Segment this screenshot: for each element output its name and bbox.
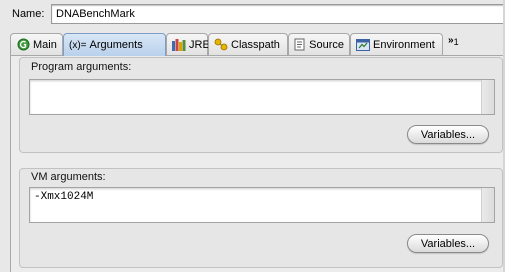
tab-arguments[interactable]: (x)= Arguments — [63, 33, 166, 56]
vm-arguments-field[interactable]: -Xmx1024M — [29, 187, 495, 223]
tab-environment-label: Environment — [373, 38, 435, 51]
tab-arguments-label: Arguments — [89, 39, 143, 51]
name-input[interactable]: DNABenchMark — [51, 4, 505, 24]
classpath-nodes-icon — [214, 38, 228, 52]
tab-jre[interactable]: JRE — [166, 33, 210, 55]
name-row: Name: DNABenchMark — [0, 0, 505, 30]
tab-overflow-button[interactable]: »1 — [448, 35, 459, 47]
tab-bar: Main (x)= Arguments JRE Classpath Source… — [10, 33, 505, 56]
program-arguments-scrollbar[interactable] — [481, 80, 494, 114]
tab-source[interactable]: Source — [288, 33, 350, 55]
tab-classpath[interactable]: Classpath — [208, 33, 288, 55]
library-books-icon — [172, 38, 186, 52]
tab-source-label: Source — [309, 38, 344, 51]
program-arguments-group: Program arguments: Variables... — [19, 57, 503, 153]
environment-window-icon — [356, 38, 370, 52]
green-circle-icon — [16, 38, 30, 52]
tab-environment[interactable]: Environment — [350, 33, 443, 55]
vm-arguments-scrollbar[interactable] — [481, 188, 494, 222]
program-arguments-title: Program arguments: — [31, 61, 132, 73]
tab-main[interactable]: Main — [10, 33, 63, 55]
overflow-count: 1 — [453, 37, 459, 47]
name-label: Name: — [12, 8, 45, 20]
program-variables-button[interactable]: Variables... — [407, 125, 489, 144]
vm-arguments-title: VM arguments: — [31, 171, 106, 183]
vm-variables-button[interactable]: Variables... — [407, 234, 489, 253]
tab-classpath-label: Classpath — [231, 38, 280, 51]
program-arguments-field[interactable] — [29, 79, 495, 115]
tab-jre-label: JRE — [189, 38, 210, 51]
variable-x-icon: (x)= — [69, 39, 87, 51]
vm-arguments-value: -Xmx1024M — [34, 191, 94, 203]
source-doc-icon — [294, 38, 306, 52]
tab-main-label: Main — [33, 38, 57, 51]
vm-arguments-group: VM arguments: -Xmx1024M Variables... — [19, 168, 503, 268]
